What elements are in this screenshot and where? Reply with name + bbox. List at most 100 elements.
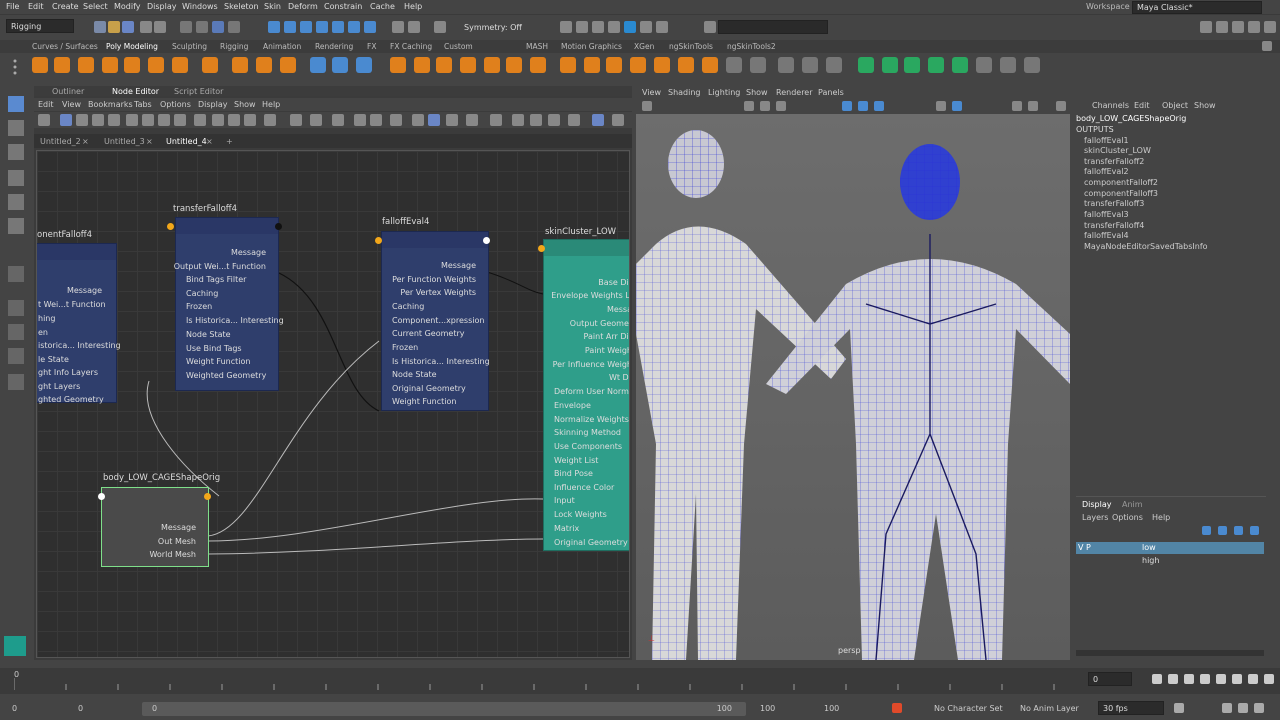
uv-editor-icon[interactable]: [778, 57, 794, 73]
menu-select[interactable]: Select: [83, 2, 108, 11]
lasso-tool-icon[interactable]: [8, 120, 24, 136]
menu-modify[interactable]: Modify: [114, 2, 141, 11]
output-item[interactable]: falloffEval3: [1084, 210, 1129, 219]
node-attr[interactable]: Is Historica... Interesting: [186, 316, 284, 325]
shelf-tab-fx-caching[interactable]: FX Caching: [390, 42, 432, 51]
node-attr[interactable]: Lock Weights: [554, 510, 607, 519]
modeling-toolkit-icon[interactable]: [1264, 21, 1276, 33]
menu-help[interactable]: Help: [404, 2, 422, 11]
layout-single-icon[interactable]: [8, 266, 24, 282]
settings-icon[interactable]: [612, 114, 624, 126]
component-mode-icon[interactable]: [196, 21, 208, 33]
layer-tab-display[interactable]: Display: [1082, 500, 1112, 509]
grid-toggle-icon[interactable]: [744, 101, 754, 111]
output-item[interactable]: componentFalloff3: [1084, 189, 1158, 198]
workspace-dropdown[interactable]: Maya Classic*: [1132, 1, 1262, 14]
connect-icon[interactable]: [606, 57, 622, 73]
alignment-icon[interactable]: [568, 114, 580, 126]
node-attr[interactable]: Messa: [607, 305, 629, 314]
node-attr[interactable]: Caching: [186, 289, 218, 298]
object-mode-icon[interactable]: [212, 21, 224, 33]
node-attr[interactable]: World Mesh: [149, 550, 196, 559]
platonic-icon[interactable]: [202, 57, 218, 73]
bridge-icon[interactable]: [460, 57, 476, 73]
simple-mode-icon[interactable]: [194, 114, 206, 126]
connection-style-icon[interactable]: [592, 114, 604, 126]
input-port[interactable]: [167, 223, 174, 230]
layer-menu-help[interactable]: Help: [1152, 513, 1170, 522]
shelf-tab-ngskintools[interactable]: ngSkinTools: [669, 42, 713, 51]
layer-menu-layers[interactable]: Layers: [1082, 513, 1108, 522]
tab-script-editor[interactable]: Script Editor: [174, 87, 223, 96]
menu-windows[interactable]: Windows: [182, 2, 218, 11]
full-mode-icon[interactable]: [228, 114, 240, 126]
pin-icon[interactable]: [310, 114, 322, 126]
ne-menu-options[interactable]: Options: [160, 100, 191, 109]
node-attr[interactable]: Weight List: [554, 456, 598, 465]
maximize-icon[interactable]: [1028, 101, 1038, 111]
channel-box-icon[interactable]: [1248, 21, 1260, 33]
character-set-dropdown[interactable]: No Character Set: [934, 704, 1003, 713]
node-attr[interactable]: Paint Weigh: [585, 346, 629, 355]
shelf-tab-rendering[interactable]: Rendering: [315, 42, 353, 51]
input-port[interactable]: [98, 493, 105, 500]
node-attr[interactable]: Envelope: [554, 401, 591, 410]
layout-outliner-icon[interactable]: [8, 348, 24, 364]
go-to-start-icon[interactable]: [1152, 674, 1162, 684]
vp-menu-lighting[interactable]: Lighting: [708, 88, 740, 97]
attribute-editor-icon[interactable]: [1216, 21, 1228, 33]
custom-mode-icon[interactable]: [244, 114, 256, 126]
output-item[interactable]: falloffEval4: [1084, 231, 1129, 240]
shelf-tab-motion-graphics[interactable]: Motion Graphics: [561, 42, 622, 51]
node-attr[interactable]: Per Function Weights: [392, 275, 476, 284]
tool-settings-icon[interactable]: [1232, 21, 1244, 33]
lights-icon[interactable]: [874, 101, 884, 111]
node-attr[interactable]: Paint Arr Dir: [584, 332, 629, 341]
menu-constrain[interactable]: Constrain: [324, 2, 362, 11]
new-layer-selected-icon[interactable]: [1250, 526, 1259, 535]
node-attr[interactable]: Envelope Weights Li: [551, 291, 629, 300]
graph-output-icon[interactable]: [92, 114, 104, 126]
node-attr[interactable]: Message: [161, 523, 196, 532]
render-settings-icon[interactable]: [592, 21, 604, 33]
remove-node-icon[interactable]: [126, 114, 138, 126]
node-attr[interactable]: Use Bind Tags: [186, 344, 242, 353]
hypershade-icon[interactable]: [608, 21, 620, 33]
layer-row-low[interactable]: V P low: [1076, 542, 1264, 554]
input-ops-icon[interactable]: [434, 21, 446, 33]
selection-mask-icon[interactable]: [228, 21, 240, 33]
delete-history-icon[interactable]: [1000, 57, 1016, 73]
vp-menu-panels[interactable]: Panels: [818, 88, 844, 97]
wireframe-on-shaded-icon[interactable]: [842, 101, 852, 111]
slide-edge-icon[interactable]: [702, 57, 718, 73]
input-field-icon[interactable]: [704, 21, 716, 33]
layer-up-icon[interactable]: [1202, 526, 1211, 535]
time-slider[interactable]: 0 0: [0, 668, 1280, 694]
shelf-tab-animation[interactable]: Animation: [263, 42, 301, 51]
scale-tool-icon[interactable]: [8, 218, 24, 234]
layer-menu-options[interactable]: Options: [1112, 513, 1143, 522]
shader-icon[interactable]: [412, 114, 424, 126]
harden-edge-icon[interactable]: [882, 57, 898, 73]
play-backward-icon[interactable]: [1200, 674, 1210, 684]
symmetry-status[interactable]: Symmetry: Off: [464, 23, 522, 32]
node-attr[interactable]: Message: [231, 248, 266, 257]
add-attribute-icon[interactable]: [264, 114, 276, 126]
textured-icon[interactable]: [858, 101, 868, 111]
node-attr[interactable]: Original Geometry: [392, 384, 466, 393]
cleanup-icon[interactable]: [1024, 57, 1040, 73]
poly-cylinder-icon[interactable]: [78, 57, 94, 73]
move-tool-icon[interactable]: [8, 170, 24, 186]
cb-menu-channels[interactable]: Channels: [1092, 101, 1129, 110]
node-attr[interactable]: Weight Function: [392, 397, 456, 406]
conform-icon[interactable]: [928, 57, 944, 73]
shelf-tab-ngskintools2[interactable]: ngSkinTools2: [727, 42, 776, 51]
output-item[interactable]: falloffEval1: [1084, 136, 1129, 145]
node-attr[interactable]: Output Wei...t Function: [174, 262, 266, 271]
separate-icon[interactable]: [332, 57, 348, 73]
node-attr[interactable]: Frozen: [186, 302, 212, 311]
shelf-tab-sculpting[interactable]: Sculpting: [172, 42, 207, 51]
node-attr[interactable]: Current Geometry: [392, 329, 464, 338]
node-attr[interactable]: Out Mesh: [158, 537, 196, 546]
node-attr[interactable]: Bind Pose: [554, 469, 593, 478]
